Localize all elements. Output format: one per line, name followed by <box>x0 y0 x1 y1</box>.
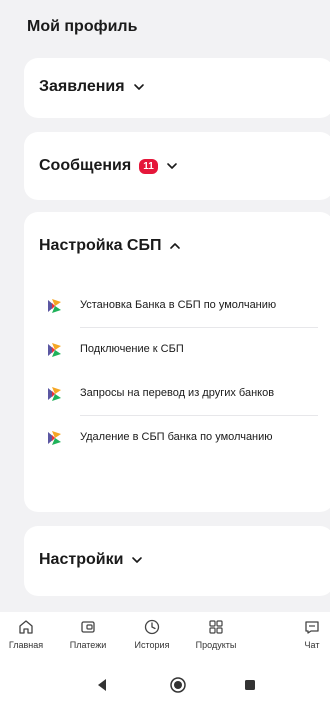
messages-card: Сообщения 11 <box>24 132 330 200</box>
sbp-item-connect[interactable]: Подключение к СБП <box>24 328 330 372</box>
applications-card: Заявления <box>24 58 330 118</box>
sbp-title: Настройка СБП <box>39 237 162 254</box>
sbp-item-default-bank[interactable]: Установка Банка в СБП по умолчанию <box>24 284 330 328</box>
sbp-settings-card: Настройка СБП Установка Банка в СБП по у… <box>24 212 330 512</box>
tab-home[interactable]: Главная <box>0 618 52 650</box>
sbp-item-label: Установка Банка в СБП по умолчанию <box>80 299 277 311</box>
tab-history[interactable]: История <box>126 618 178 650</box>
messages-title: Сообщения <box>39 157 132 174</box>
sbp-header[interactable]: Настройка СБП <box>39 237 181 255</box>
sbp-logo-icon <box>48 431 61 445</box>
chevron-down-icon <box>133 84 144 90</box>
messages-header[interactable]: Сообщения 11 <box>39 157 178 175</box>
tab-label: Главная <box>8 640 44 650</box>
applications-title: Заявления <box>39 78 125 95</box>
home-circle-icon[interactable] <box>168 675 188 695</box>
settings-header[interactable]: Настройки <box>39 551 143 569</box>
profile-screen: Мой профиль Заявления Сообщения 11 Настр… <box>0 0 330 707</box>
clock-icon <box>144 619 160 635</box>
sbp-item-label: Запросы на перевод из других банков <box>80 387 275 399</box>
home-icon <box>19 620 33 634</box>
chevron-down-icon <box>132 557 143 563</box>
chevron-up-icon <box>170 243 181 249</box>
sbp-item-transfer-requests[interactable]: Запросы на перевод из других банков <box>24 372 330 416</box>
chat-icon <box>305 621 319 634</box>
sbp-logo-icon <box>48 343 61 357</box>
sbp-item-remove-default[interactable]: Удаление в СБП банка по умолчанию <box>24 416 330 460</box>
tab-products[interactable]: Продукты <box>190 618 242 650</box>
settings-title: Настройки <box>39 551 124 568</box>
system-nav-bar <box>0 664 330 707</box>
page-title: Мой профиль <box>27 18 138 35</box>
tab-label: История <box>134 640 170 650</box>
tab-payments[interactable]: Платежи <box>62 618 114 650</box>
recents-icon[interactable] <box>240 675 260 695</box>
grid-icon <box>209 620 223 634</box>
tab-label: Платежи <box>69 640 107 650</box>
top-bar: Мой профиль <box>0 0 330 54</box>
back-icon[interactable] <box>92 675 112 695</box>
sbp-item-label: Подключение к СБП <box>80 343 184 355</box>
bottom-tab-bar: Главная Платежи История Продукты Чат <box>0 612 330 664</box>
wallet-icon <box>81 621 95 633</box>
sbp-logo-icon <box>48 299 61 313</box>
applications-header[interactable]: Заявления <box>39 78 145 96</box>
sbp-logo-icon <box>48 387 61 401</box>
settings-card: Настройки <box>24 526 330 596</box>
sbp-menu: Установка Банка в СБП по умолчанию Подкл… <box>24 284 330 460</box>
unread-badge: 11 <box>139 158 158 174</box>
sbp-item-label: Удаление в СБП банка по умолчанию <box>80 431 273 443</box>
tab-chat[interactable]: Чат <box>286 618 330 650</box>
chevron-down-icon <box>166 163 177 169</box>
tab-label: Чат <box>304 640 320 650</box>
tab-label: Продукты <box>195 640 237 650</box>
